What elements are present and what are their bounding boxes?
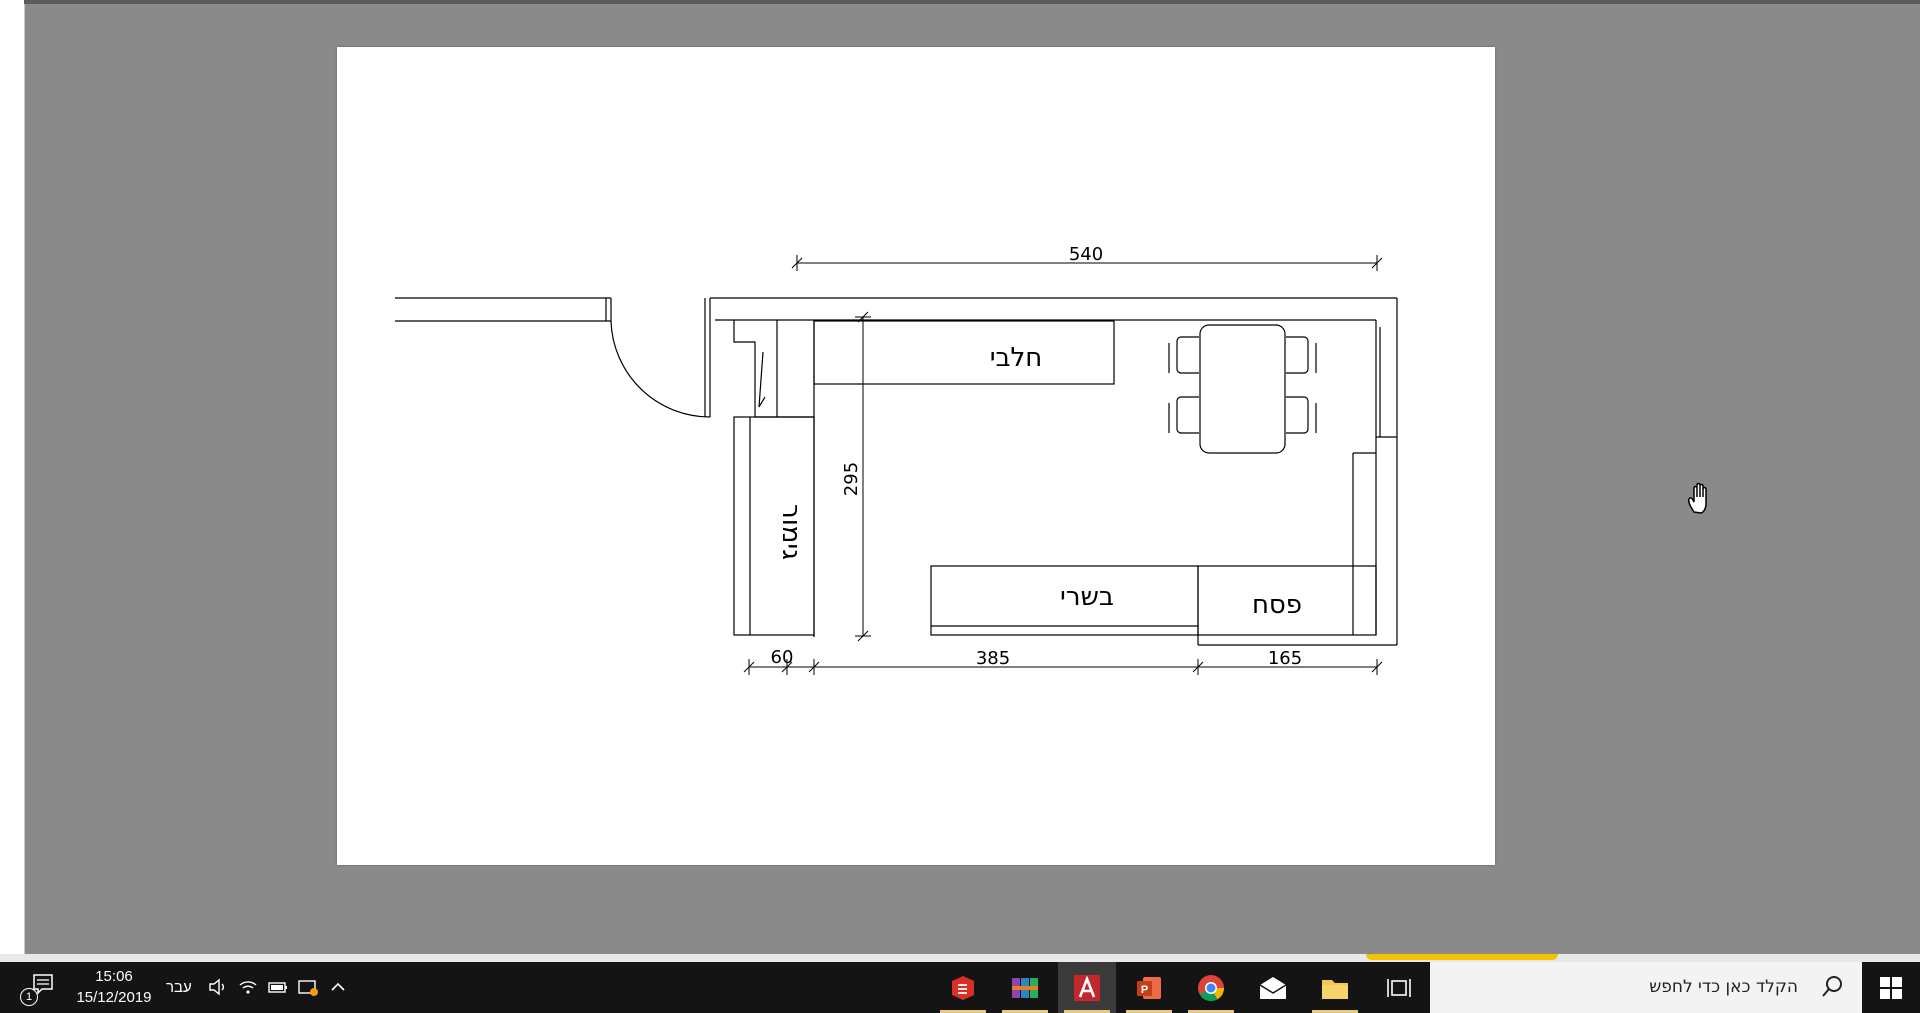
input-language[interactable]: עבר — [166, 979, 192, 996]
label-meat: בשרי — [1060, 582, 1114, 612]
left-panel-edge — [0, 0, 25, 958]
windows-logo-icon — [1880, 976, 1902, 999]
search-icon — [1822, 976, 1842, 997]
clock-date[interactable]: 15/12/2019 — [72, 989, 156, 1006]
show-hidden-icons-chevron-up-icon[interactable] — [326, 975, 350, 999]
taskbar-app-winrar[interactable] — [996, 962, 1054, 1013]
dimension-bottom-right: 165 — [1268, 648, 1302, 669]
door-swing — [610, 298, 711, 418]
start-button[interactable] — [1862, 962, 1920, 1013]
winrar-icon — [1012, 977, 1038, 998]
sketchup-icon — [952, 975, 974, 1000]
task-view-button[interactable] — [1370, 962, 1428, 1013]
dining-table — [1168, 324, 1317, 454]
appliance-column — [733, 320, 815, 637]
taskbar-app-chrome[interactable] — [1182, 962, 1240, 1013]
taskbar-app-mail[interactable] — [1244, 962, 1302, 1013]
left-wall — [395, 297, 612, 322]
chrome-icon — [1198, 974, 1225, 1001]
autocad-icon — [1074, 974, 1100, 1001]
taskbar-app-sketchup[interactable] — [934, 962, 992, 1013]
taskbar-app-autocad[interactable] — [1058, 962, 1116, 1013]
paper-sheet[interactable]: 540 295 60 385 165 חלבי בשרי פסח גימור — [337, 47, 1495, 865]
search-placeholder: הקלד כאן כדי לחפש — [1649, 977, 1798, 997]
network-status-icon[interactable] — [296, 975, 320, 999]
status-strip — [0, 954, 1920, 962]
label-finishing: גימור — [776, 504, 806, 560]
pan-hand-cursor-icon — [1688, 482, 1707, 514]
volume-icon[interactable] — [206, 975, 230, 999]
folder-icon — [1322, 979, 1348, 999]
action-center-button[interactable]: 1 — [18, 972, 54, 1006]
notification-count-badge: 1 — [20, 988, 38, 1006]
battery-icon[interactable] — [266, 975, 290, 999]
dimension-bottom-left: 60 — [771, 647, 794, 668]
kitchen-floor-plan: 540 295 60 385 165 חלבי בשרי פסח גימור — [395, 244, 1398, 675]
windows-taskbar: הקלד כאן כדי לחפש P עבר 15:06 15/12/2019… — [0, 962, 1920, 1013]
dimension-top: 540 — [1069, 244, 1103, 265]
dimension-bottom-middle: 385 — [976, 648, 1010, 669]
task-view-icon — [1387, 978, 1411, 997]
taskbar-app-file-explorer[interactable] — [1306, 962, 1364, 1013]
clock-time[interactable]: 15:06 — [94, 968, 134, 985]
wifi-icon[interactable] — [236, 975, 260, 999]
autocad-window: 540 295 60 385 165 חלבי בשרי פסח גימור — [0, 0, 1920, 1013]
mail-icon — [1259, 976, 1287, 999]
powerpoint-icon: P — [1137, 976, 1161, 999]
taskbar-search-box[interactable]: הקלד כאן כדי לחפש — [1430, 962, 1862, 1013]
label-dairy: חלבי — [990, 343, 1043, 373]
dimension-height: 295 — [841, 462, 862, 496]
taskbar-app-powerpoint[interactable]: P — [1120, 962, 1178, 1013]
dairy-counter — [813, 320, 1115, 385]
label-passover: פסח — [1252, 590, 1302, 620]
svg-text:P: P — [1141, 984, 1148, 996]
yellow-tab[interactable] — [1366, 954, 1558, 960]
